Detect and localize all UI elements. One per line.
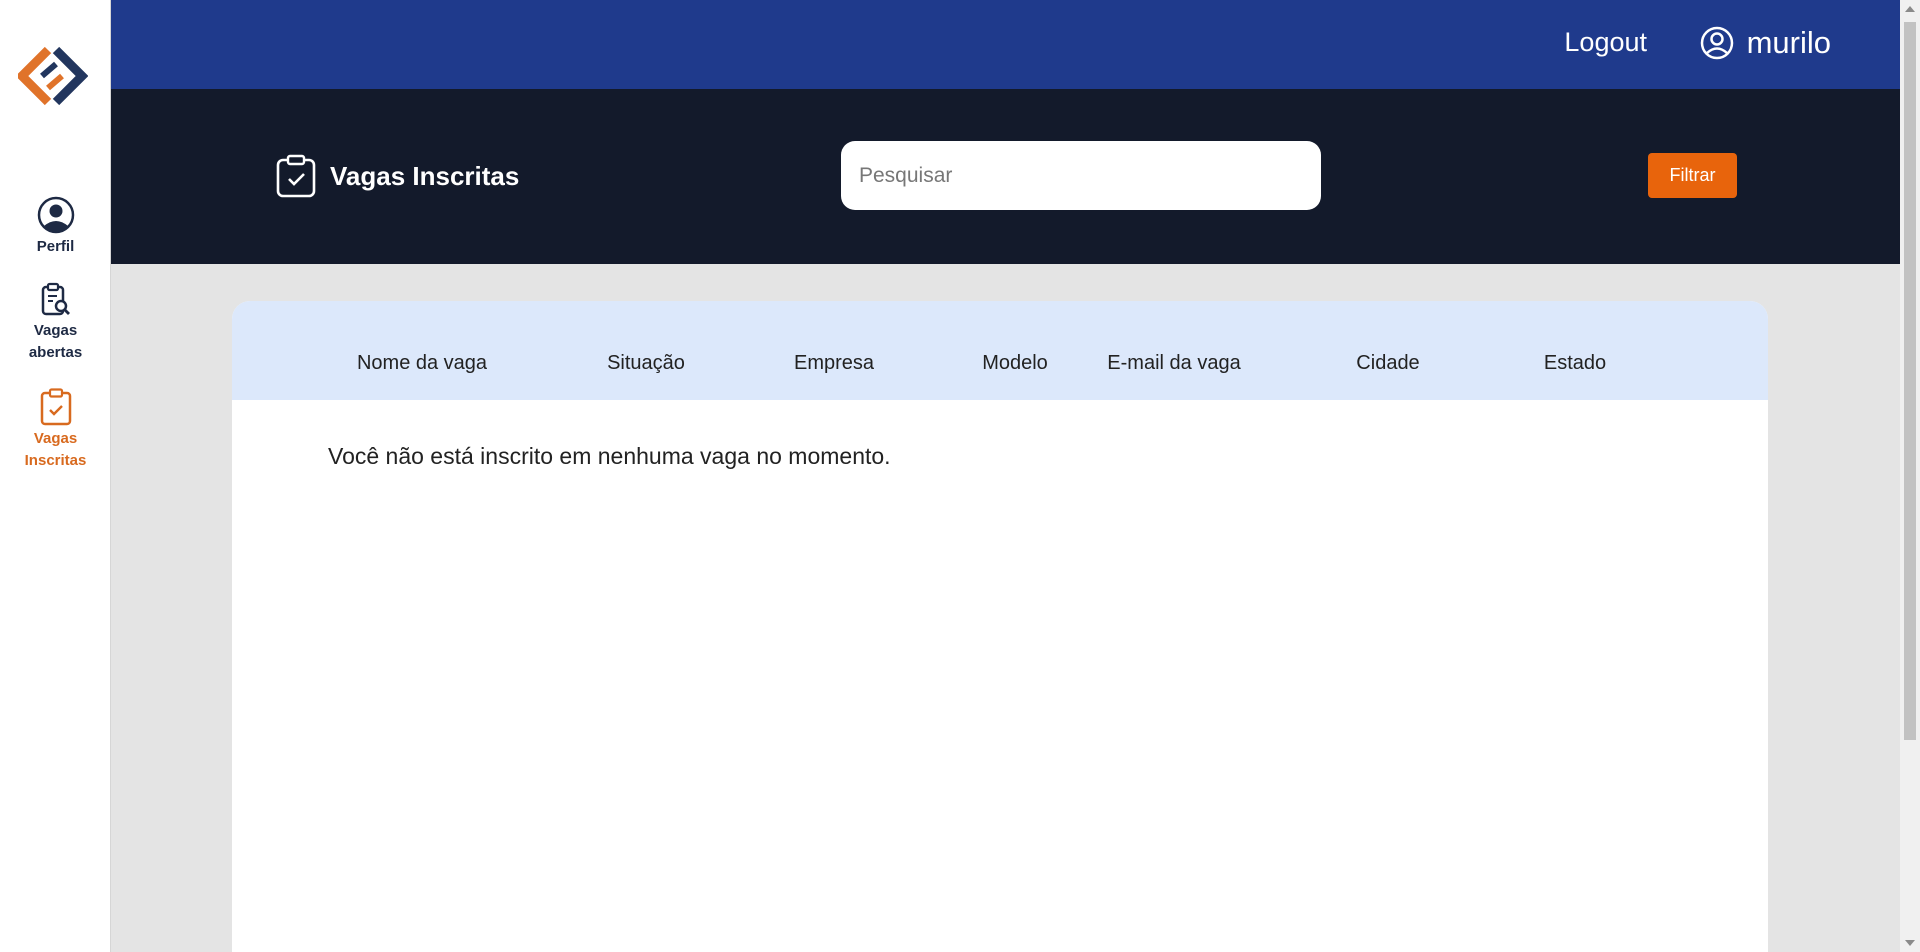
page-title-text: Vagas Inscritas bbox=[330, 160, 520, 191]
filter-button[interactable]: Filtrar bbox=[1648, 153, 1737, 198]
scroll-down-icon[interactable] bbox=[1905, 940, 1915, 946]
user-menu[interactable]: murilo bbox=[1700, 25, 1831, 61]
column-header-cidade: Cidade bbox=[1356, 352, 1420, 374]
scroll-up-icon[interactable] bbox=[1905, 6, 1915, 12]
user-circle-icon bbox=[1700, 26, 1733, 60]
search-input[interactable] bbox=[841, 141, 1321, 210]
sidebar-item-vagas-inscritas[interactable]: Vagas Inscritas bbox=[0, 388, 111, 472]
empty-state-message: Você não está inscrito em nenhuma vaga n… bbox=[328, 443, 891, 469]
user-circle-icon bbox=[37, 196, 74, 234]
table-header: Nome da vaga Situação Empresa Modelo E-m… bbox=[232, 301, 1768, 400]
column-header-empresa: Empresa bbox=[793, 352, 875, 374]
sidebar-item-label: Vagas Inscritas bbox=[24, 430, 87, 469]
sidebar-item-label: Perfil bbox=[36, 238, 75, 255]
username: murilo bbox=[1746, 25, 1831, 60]
page-scrollbar[interactable] bbox=[1900, 0, 1920, 952]
column-header-modelo: Modelo bbox=[982, 352, 1048, 374]
column-header-situacao: Situação bbox=[607, 352, 685, 374]
applications-table: Nome da vaga Situação Empresa Modelo E-m… bbox=[232, 301, 1768, 952]
top-bar: Logout murilo bbox=[111, 0, 1900, 89]
page-header: Vagas Inscritas Filtrar bbox=[111, 89, 1900, 264]
column-header-estado: Estado bbox=[1543, 352, 1607, 374]
scrollbar-thumb[interactable] bbox=[1904, 22, 1916, 740]
sidebar: Perfil Vagas abertas Vagas Inscritas bbox=[0, 0, 111, 952]
logo-icon[interactable] bbox=[18, 46, 88, 108]
column-header-nome-da-vaga: Nome da vaga bbox=[356, 352, 488, 374]
column-header-email-da-vaga: E-mail da vaga bbox=[1107, 352, 1241, 374]
sidebar-item-label: Vagas abertas bbox=[28, 322, 83, 361]
sidebar-item-vagas-abertas[interactable]: Vagas abertas bbox=[0, 282, 111, 364]
logout-link[interactable]: Logout bbox=[1564, 27, 1647, 58]
clipboard-check-icon bbox=[276, 154, 316, 198]
clipboard-check-icon bbox=[40, 388, 71, 426]
clipboard-search-icon bbox=[41, 282, 70, 316]
page-title: Vagas Inscritas bbox=[276, 154, 519, 198]
sidebar-item-perfil[interactable]: Perfil bbox=[0, 196, 111, 258]
